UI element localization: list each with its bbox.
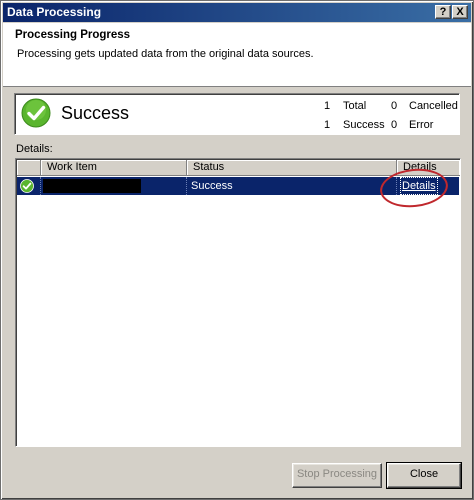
work-item-cell (41, 177, 187, 195)
success-label: Success (343, 119, 385, 131)
column-header-status[interactable]: Status (187, 160, 397, 176)
window-title: Data Processing (7, 5, 102, 19)
row-icon-cell (17, 177, 41, 195)
error-count: 0 (391, 119, 398, 131)
details-link[interactable]: Details (400, 177, 438, 195)
cancelled-count: 0 (391, 100, 398, 112)
summary-stats: 1 Total 0 Cancelled 1 Success 0 Error (15, 94, 459, 134)
table-row[interactable]: Success Details (17, 177, 459, 195)
help-button[interactable]: ? (435, 5, 451, 19)
total-count: 1 (324, 100, 331, 112)
header-subtitle: Processing gets updated data from the or… (17, 48, 314, 60)
status-cell: Success (187, 177, 397, 195)
stop-processing-button[interactable]: Stop Processing (292, 463, 382, 488)
work-items-list[interactable]: Work Item Status Details Success Details (15, 158, 461, 447)
dialog-header: Processing Progress Processing gets upda… (3, 23, 471, 87)
close-window-button[interactable]: X (452, 5, 468, 19)
list-header: Work Item Status Details (17, 160, 460, 176)
column-header-icon[interactable] (17, 160, 41, 176)
total-label: Total (343, 100, 367, 112)
header-title: Processing Progress (15, 29, 131, 41)
close-button[interactable]: Close (386, 462, 462, 489)
error-label: Error (409, 119, 434, 131)
cancelled-label: Cancelled (409, 100, 458, 112)
success-check-icon (20, 179, 34, 193)
success-count: 1 (324, 119, 331, 131)
title-bar: Data Processing ? X (3, 3, 471, 22)
column-header-details[interactable]: Details (397, 160, 460, 176)
summary-panel: Success 1 Total 0 Cancelled 1 Success 0 … (14, 93, 460, 135)
column-header-work-item[interactable]: Work Item (41, 160, 187, 176)
details-label: Details: (16, 143, 53, 155)
redacted-work-item-name (43, 179, 141, 193)
data-processing-dialog: Data Processing ? X Processing Progress … (0, 0, 474, 500)
